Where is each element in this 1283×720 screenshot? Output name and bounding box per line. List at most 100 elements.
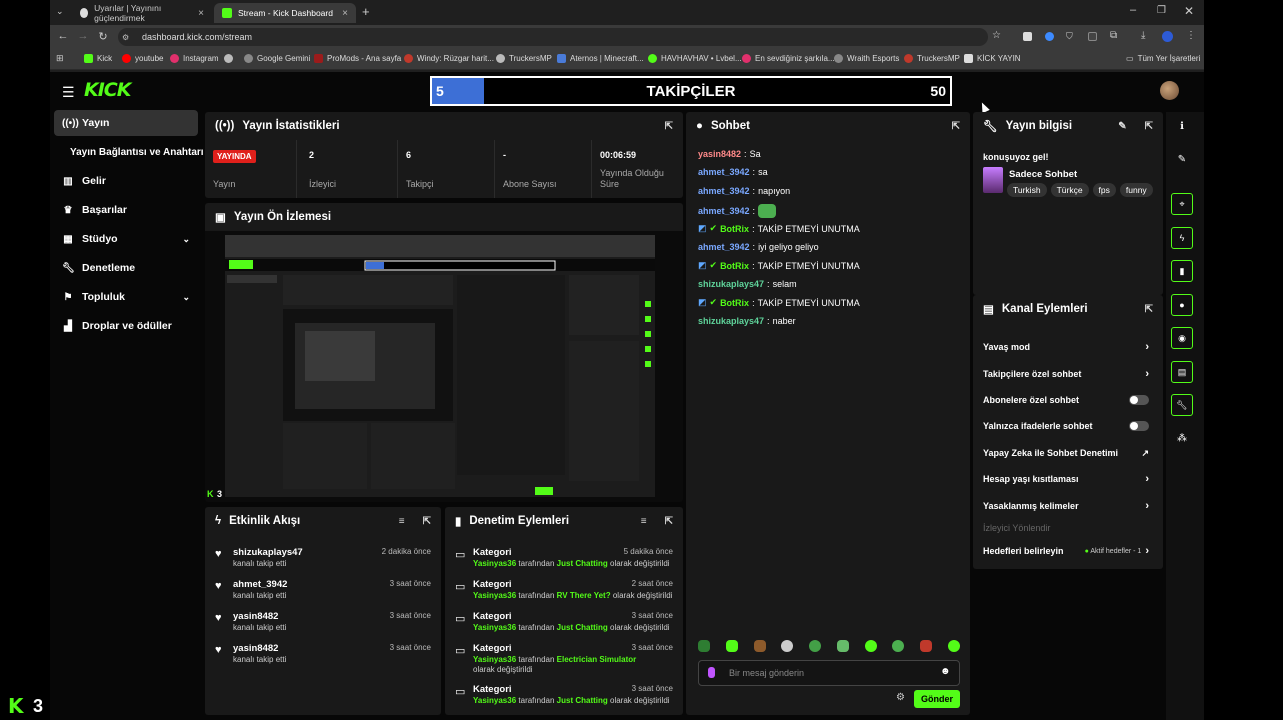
action-followers-only[interactable]: Takipçilere özel sohbet › (983, 364, 1149, 384)
reload-icon[interactable]: ↻ (94, 30, 112, 43)
mic-icon[interactable] (708, 667, 715, 678)
kick-logo[interactable]: KICK (84, 79, 131, 101)
feed-username[interactable]: yasin8482 (233, 643, 278, 654)
emote-icon[interactable] (836, 640, 849, 652)
widget-target-icon[interactable]: ⌖ (1171, 193, 1193, 215)
close-icon[interactable]: × (342, 8, 348, 19)
widget-chat-icon[interactable]: ● (1171, 294, 1193, 316)
bookmark-promods[interactable]: ProMods - Ana sayfa (314, 54, 401, 63)
mod-user[interactable]: Yasinyas36 (473, 696, 516, 705)
send-button[interactable]: Gönder (914, 690, 960, 708)
bookmark-truckersmp-2[interactable]: TruckersMP (904, 54, 960, 63)
widget-wrench-icon[interactable]: 🔧︎ (1171, 394, 1193, 416)
popout-icon[interactable]: ⇱ (423, 516, 431, 527)
widget-broadcast-icon[interactable]: ◉ (1171, 327, 1193, 349)
action-goals[interactable]: Hedefleri belirleyin ● Aktif hedefler - 1… (983, 541, 1149, 561)
bookmark-aternos[interactable]: Aternos | Minecraft... (557, 54, 644, 63)
mod-category[interactable]: Electrician Simulator (557, 655, 637, 664)
tab-stream[interactable]: Stream - Kick Dashboard × (214, 3, 356, 23)
popout-icon[interactable]: ⇱ (665, 516, 673, 527)
emote-icon[interactable] (753, 640, 766, 652)
mod-user[interactable]: Yasinyas36 (473, 623, 516, 632)
popout-icon[interactable]: ⇱ (665, 121, 673, 132)
sidebar-item-community[interactable]: ⚑ Topluluk ⌄ (54, 284, 198, 310)
avatar[interactable] (1160, 81, 1179, 100)
tag[interactable]: funny (1119, 183, 1153, 197)
popout-icon[interactable]: ⇱ (1145, 304, 1153, 315)
sidebar-item-revenue[interactable]: ▥ Gelir (54, 168, 198, 194)
bookmark-havhav[interactable]: HAVHAVHAV • Lvbel... (648, 54, 742, 63)
mod-user[interactable]: Yasinyas36 (473, 655, 516, 664)
action-ai-moderation[interactable]: Yapay Zeka ile Sohbet Denetimi ↗ (983, 443, 1149, 463)
chat-username[interactable]: yasin8482 (698, 149, 741, 159)
close-icon[interactable]: × (198, 8, 204, 19)
shield-icon[interactable]: ⛉ (1066, 31, 1073, 42)
popout-icon[interactable]: ⇱ (1145, 121, 1153, 132)
bookmark-kick-yayin[interactable]: KİCK YAYIN (964, 54, 1021, 63)
feed-username[interactable]: ahmet_3942 (233, 579, 287, 590)
mod-category[interactable]: Just Chatting (557, 696, 608, 705)
feed-username[interactable]: yasin8482 (233, 611, 278, 622)
stream-preview-video[interactable] (205, 231, 683, 501)
chat-username[interactable]: ahmet_3942 (698, 206, 750, 216)
emote-only-toggle[interactable] (1129, 421, 1149, 431)
extension-icon[interactable] (1023, 32, 1032, 41)
widget-clipboard-icon[interactable]: ▮ (1171, 260, 1193, 282)
bookmark-star-icon[interactable]: ☆ (992, 30, 1001, 41)
forward-icon[interactable]: → (74, 30, 92, 42)
bookmark-truckersmp[interactable]: TruckersMP (496, 54, 552, 63)
emote-icon[interactable] (698, 640, 710, 652)
edit-pencil-icon[interactable]: ✎ (1118, 121, 1126, 132)
emote-icon[interactable] (809, 640, 822, 652)
filter-icon[interactable]: ≡ (641, 516, 647, 527)
sidebar-item-stream-key[interactable]: Yayın Bağlantısı ve Anahtarı (62, 139, 206, 165)
action-account-age[interactable]: Hesap yaşı kısıtlaması › (983, 469, 1149, 489)
extension-icon[interactable] (1088, 32, 1097, 41)
apps-grid-icon[interactable]: ⊞ (56, 53, 64, 64)
sidebar-item-drops[interactable]: ▟ Droplar ve ödüller (54, 313, 198, 339)
tag[interactable]: Türkçe (1050, 183, 1089, 197)
extension-icon[interactable] (1045, 32, 1054, 41)
bookmark-kick[interactable]: Kick (84, 54, 112, 63)
emote-icon[interactable] (947, 640, 960, 652)
subscribers-only-toggle[interactable] (1129, 395, 1149, 405)
settings-gear-icon[interactable]: ⚙ (896, 692, 905, 703)
bookmark-gemini[interactable]: Google Gemini (244, 54, 310, 63)
site-info-icon[interactable]: ⚙ (122, 33, 129, 42)
popout-icon[interactable]: ⇱ (952, 121, 960, 132)
chat-username[interactable]: ahmet_3942 (698, 167, 750, 177)
sidebar-item-moderation[interactable]: 🔧︎ Denetleme (54, 255, 198, 281)
sidebar-item-studio[interactable]: ▦ Stüdyo ⌄ (54, 226, 198, 252)
chat-username[interactable]: ahmet_3942 (698, 242, 750, 252)
bookmark-songs[interactable]: En sevdiğiniz şarkıla... (742, 54, 835, 63)
chat-username[interactable]: BotRix (720, 224, 749, 234)
sidebar-item-achievements[interactable]: ♛ Başarılar (54, 197, 198, 223)
all-bookmarks[interactable]: ▭ Tüm Yer İşaretleri (1126, 54, 1200, 63)
chat-username[interactable]: BotRix (720, 298, 749, 308)
emote-icon[interactable] (864, 640, 877, 652)
new-tab-icon[interactable]: + (362, 4, 370, 19)
chat-username[interactable]: ahmet_3942 (698, 186, 750, 196)
bookmark-unnamed[interactable] (224, 54, 233, 63)
chat-username[interactable]: shizukaplays47 (698, 279, 764, 289)
bookmark-youtube[interactable]: youtube (122, 54, 163, 63)
sidebar-item-stream[interactable]: ((•)) Yayın (54, 110, 198, 136)
bookmark-windy[interactable]: Windy: Rüzgar harit... (404, 54, 494, 63)
emote-icon[interactable] (725, 640, 738, 652)
window-close-icon[interactable]: ✕ (1184, 4, 1194, 18)
tab-alerts[interactable]: Uyarılar | Yayınını güçlendirmek × (72, 3, 212, 23)
widget-lightning-icon[interactable]: ϟ (1171, 227, 1193, 249)
tag[interactable]: fps (1092, 183, 1116, 197)
emote-icon[interactable] (781, 640, 794, 652)
chat-username[interactable]: BotRix (720, 261, 749, 271)
profile-icon[interactable] (1162, 31, 1173, 42)
chat-input[interactable]: Bir mesaj gönderin (698, 660, 960, 686)
url-field[interactable]: dashboard.kick.com/stream (118, 28, 988, 46)
maximize-icon[interactable]: ❐ (1157, 5, 1166, 16)
tag[interactable]: Turkish (1007, 183, 1047, 197)
feed-username[interactable]: shizukaplays47 (233, 547, 303, 558)
emote-icon[interactable] (892, 640, 905, 652)
minimize-icon[interactable]: – (1130, 4, 1136, 16)
mod-user[interactable]: Yasinyas36 (473, 591, 516, 600)
add-widget-icon[interactable]: ⁂ (1171, 428, 1193, 450)
